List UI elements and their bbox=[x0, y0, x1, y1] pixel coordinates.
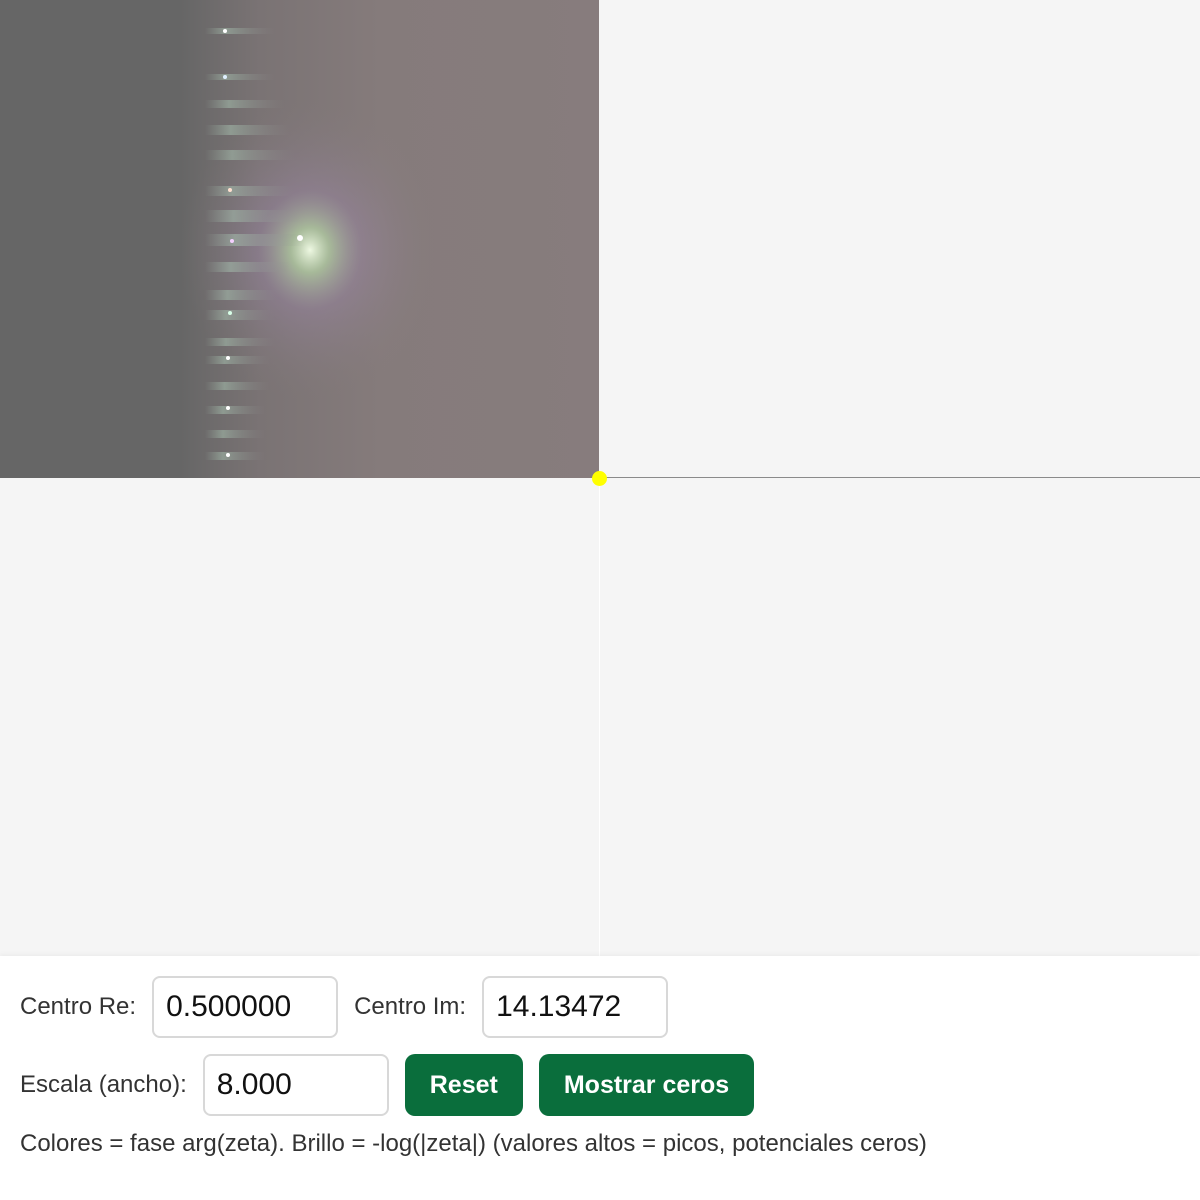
real-axis-line bbox=[599, 477, 1200, 478]
mostrar-ceros-button[interactable]: Mostrar ceros bbox=[538, 1054, 755, 1116]
center-controls-row: Centro Re: Centro Im: bbox=[20, 976, 684, 1038]
zeta-plot-canvas[interactable] bbox=[0, 0, 1200, 956]
zeta-domain-coloring-region bbox=[0, 0, 599, 478]
color-legend-description: Colores = fase arg(zeta). Brillo = -log(… bbox=[20, 1130, 927, 1157]
control-panel: Centro Re: Centro Im: Escala (ancho): Re… bbox=[0, 956, 1200, 1200]
centro-im-label: Centro Im: bbox=[354, 993, 467, 1020]
zeta-glow-overlay bbox=[180, 28, 440, 460]
centro-re-label: Centro Re: bbox=[20, 993, 137, 1020]
escala-label: Escala (ancho): bbox=[20, 1071, 187, 1098]
imaginary-axis-line bbox=[599, 478, 600, 956]
escala-input[interactable] bbox=[202, 1054, 389, 1116]
center-point-marker[interactable] bbox=[592, 471, 607, 486]
scale-controls-row: Escala (ancho): Reset Mostrar ceros bbox=[20, 1054, 770, 1116]
centro-re-input[interactable] bbox=[152, 976, 339, 1038]
centro-im-input[interactable] bbox=[482, 976, 669, 1038]
reset-button[interactable]: Reset bbox=[404, 1054, 523, 1116]
